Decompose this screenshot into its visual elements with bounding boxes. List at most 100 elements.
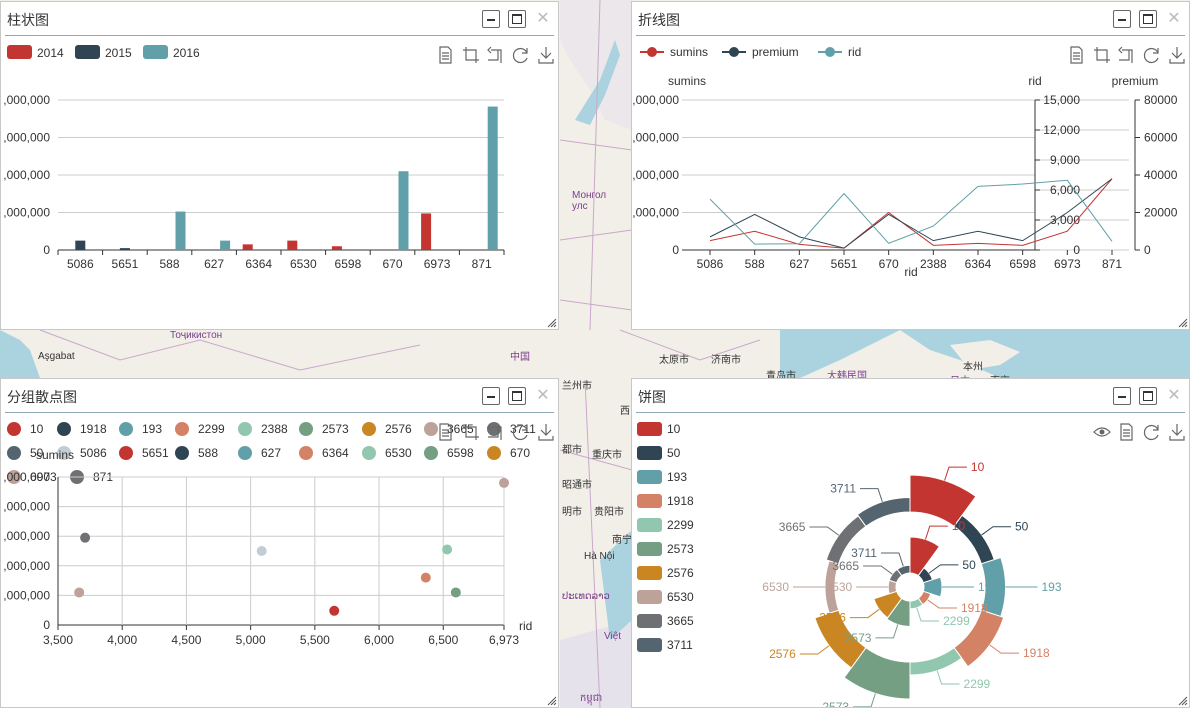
y-tick-label-premium: 0 <box>1144 243 1151 257</box>
map-place-label: 明市 <box>562 507 582 518</box>
bar-2016-627 <box>220 240 231 250</box>
axis-name-sumins: sumins <box>668 74 706 88</box>
legend-swatch-2016 <box>143 45 168 59</box>
legend-label-627: 627 <box>261 446 281 460</box>
x-tick-label: 6598 <box>1009 257 1036 271</box>
zoom-reset-icon[interactable] <box>1118 46 1133 63</box>
bar-chart-svg: 2014 2015 2016 0 ,000,000 ,000,000 ,000,000 ,00… <box>3 45 554 271</box>
save-image-icon[interactable] <box>1169 47 1185 64</box>
legend-swatch-2014 <box>7 45 32 59</box>
save-image-icon[interactable] <box>538 47 554 64</box>
icon-path <box>1094 47 1110 63</box>
outer-slice-label: 1918 <box>1023 646 1050 660</box>
map-place-label: 本州 <box>963 362 983 373</box>
outer-label-line <box>989 644 1020 654</box>
inner-label-line <box>924 525 948 540</box>
minimize-button[interactable] <box>482 387 500 405</box>
outer-slice-3711 <box>856 496 911 528</box>
minimize-button[interactable] <box>1113 387 1131 405</box>
y-tick-label-premium: 40000 <box>1144 168 1178 182</box>
legend-marker-670 <box>487 446 501 460</box>
outer-label-line <box>936 670 960 685</box>
maximize-icon <box>1143 391 1153 401</box>
y-tick-label-sumins: ,000,000 <box>632 93 679 107</box>
bar-2014-6598 <box>331 246 342 250</box>
x-tick-label: 2388 <box>920 257 947 271</box>
icon-path <box>463 47 479 63</box>
x-tick-label: 5,000 <box>236 633 266 647</box>
legend-marker-193 <box>119 422 133 436</box>
pie-center-hole <box>896 573 924 601</box>
inner-slice-label: 1918 <box>961 601 988 615</box>
resize-handle[interactable] <box>1178 696 1188 706</box>
scatter-point-5086 <box>256 546 267 556</box>
legend-marker-6530 <box>362 446 376 460</box>
legend-label-3665: 3665 <box>667 614 694 628</box>
close-button[interactable]: ✕ <box>1165 387 1183 405</box>
icon-path <box>1120 423 1133 441</box>
x-tick-label: 588 <box>159 257 179 271</box>
maximize-button[interactable] <box>1139 10 1157 28</box>
close-button[interactable]: ✕ <box>534 10 552 28</box>
icon-path <box>487 46 502 63</box>
inner-label-line <box>849 608 880 619</box>
save-image-icon[interactable] <box>1169 424 1185 441</box>
maximize-button[interactable] <box>508 10 526 28</box>
save-image-icon[interactable] <box>538 424 554 441</box>
x-tick-label: 6530 <box>290 257 317 271</box>
x-tick-label: 6,000 <box>364 633 394 647</box>
close-button[interactable]: ✕ <box>534 387 552 405</box>
y-tick-label-rid: 0 <box>1073 243 1080 257</box>
resize-handle[interactable] <box>547 318 557 328</box>
zoom-reset-icon[interactable] <box>487 46 502 63</box>
map-place-label: 西 <box>620 406 630 417</box>
inner-slice-label: 193 <box>978 580 998 594</box>
icon-path <box>1169 424 1185 441</box>
x-axis-name: rid <box>519 619 532 633</box>
restore-icon[interactable] <box>512 47 528 64</box>
legend-marker-627 <box>238 446 252 460</box>
data-view-icon[interactable] <box>439 46 452 64</box>
x-tick-label: 5651 <box>112 257 139 271</box>
restore-icon[interactable] <box>1143 47 1159 64</box>
x-tick-label: 6973 <box>1054 257 1081 271</box>
legend-label-2014: 2014 <box>37 46 64 60</box>
minimize-button[interactable] <box>482 10 500 28</box>
legend-swatch-2576 <box>637 566 662 580</box>
map-place-sublabel: улс <box>572 201 588 212</box>
panel-title: 饼图 <box>638 389 666 405</box>
close-button[interactable]: ✕ <box>1165 10 1183 28</box>
outer-label-line <box>944 466 967 481</box>
legend-marker-6364 <box>299 446 313 460</box>
bar-2016-588 <box>175 211 186 250</box>
resize-handle[interactable] <box>547 696 557 706</box>
outer-slice-label: 2576 <box>769 647 796 661</box>
eye-icon[interactable] <box>1093 427 1111 437</box>
x-tick-label: 3,500 <box>43 633 73 647</box>
maximize-button[interactable] <box>1139 387 1157 405</box>
y-tick-label: 0 <box>43 243 50 257</box>
x-axis-name: rid <box>904 265 917 279</box>
legend-swatch-6530 <box>637 590 662 604</box>
data-view-icon[interactable] <box>1070 46 1083 64</box>
restore-icon[interactable] <box>1143 424 1159 441</box>
data-view-icon[interactable] <box>1120 423 1133 441</box>
map-place-label: 贵阳市 <box>594 507 624 518</box>
x-tick-label: 670 <box>382 257 402 271</box>
resize-handle[interactable] <box>1178 318 1188 328</box>
zoom-select-icon[interactable] <box>1094 47 1110 63</box>
icon-path <box>1169 47 1185 64</box>
icon-path <box>512 47 528 64</box>
y-tick-label: ,000,000 <box>3 529 50 543</box>
legend-label-50: 50 <box>667 446 681 460</box>
minimize-button[interactable] <box>1113 10 1131 28</box>
scatter-point-6598 <box>450 587 461 598</box>
map-place-label: 南宁 <box>612 535 632 546</box>
legend-marker-588 <box>175 446 189 460</box>
map-place-label: 济南市 <box>711 355 741 366</box>
maximize-button[interactable] <box>508 387 526 405</box>
x-tick-label: 588 <box>745 257 765 271</box>
zoom-select-icon[interactable] <box>463 47 479 63</box>
legend-label-588: 588 <box>198 446 218 460</box>
y-tick-label-sumins: ,000,000 <box>632 168 679 182</box>
